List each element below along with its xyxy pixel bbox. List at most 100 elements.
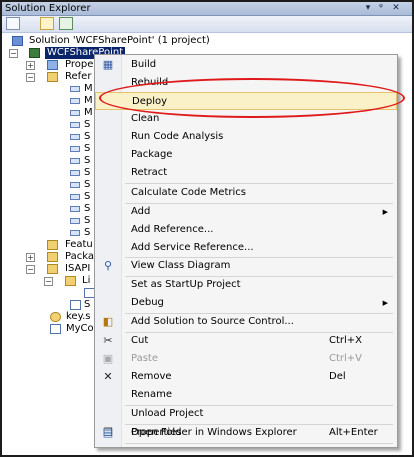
references-folder-icon xyxy=(47,72,58,82)
show-all-files-icon[interactable] xyxy=(40,17,54,30)
menu-item-unload-project[interactable]: Unload Project xyxy=(95,405,397,423)
menu-item-label: Add Service Reference... xyxy=(131,242,254,253)
menu-item-calculate-code-metrics[interactable]: Calculate Code Metrics xyxy=(95,184,397,202)
reference-icon xyxy=(70,230,80,236)
menu-item-add-reference[interactable]: Add Reference... xyxy=(95,221,397,239)
properties-label: Prope xyxy=(65,59,94,70)
menu-item-package[interactable]: Package xyxy=(95,146,397,164)
li-label: Li xyxy=(82,275,91,286)
reference-label: M xyxy=(84,83,93,94)
menu-item-deploy[interactable]: Deploy xyxy=(95,92,397,110)
package-label: Packa xyxy=(65,251,94,262)
expand-icon[interactable]: + xyxy=(26,61,35,70)
menu-item-label: View Class Diagram xyxy=(131,260,231,271)
reference-icon xyxy=(70,146,80,152)
menu-item-label: Add Solution to Source Control... xyxy=(131,316,294,327)
menu-item-run-code-analysis[interactable]: Run Code Analysis xyxy=(95,128,397,146)
reference-label: S xyxy=(84,191,91,202)
reference-label: S xyxy=(84,203,91,214)
scissors-icon: ✂ xyxy=(103,334,113,347)
reference-label: S xyxy=(84,167,91,178)
source-control-icon: ◧ xyxy=(102,315,114,328)
menu-item-rebuild[interactable]: Rebuild xyxy=(95,74,397,92)
isapi-label: ISAPI xyxy=(65,263,91,274)
li-folder-icon xyxy=(65,276,76,286)
menu-item-add[interactable]: Add ▶ xyxy=(95,203,397,221)
reference-icon xyxy=(70,110,80,116)
solution-icon xyxy=(12,36,23,46)
reference-icon xyxy=(70,218,80,224)
reference-icon xyxy=(70,158,80,164)
reference-label: S xyxy=(84,143,91,154)
shortcut-label: Del xyxy=(329,371,346,382)
menu-item-remove[interactable]: ✕ Remove Del xyxy=(95,368,397,386)
collapse-icon[interactable]: − xyxy=(9,49,18,58)
menu-item-debug[interactable]: Debug ▶ xyxy=(95,294,397,312)
expand-icon[interactable]: + xyxy=(26,253,35,262)
properties-icon: ▤ xyxy=(102,426,114,439)
reference-label: S xyxy=(84,215,91,226)
s-label: S xyxy=(84,299,91,310)
menu-item-label: Unload Project xyxy=(131,408,204,419)
menu-item-label: Cut xyxy=(131,335,149,346)
collapse-icon[interactable]: − xyxy=(26,73,35,82)
refresh-icon[interactable] xyxy=(59,17,73,30)
menu-item-label: Debug xyxy=(131,297,164,308)
collapse-icon[interactable]: − xyxy=(26,265,35,274)
code-file-icon xyxy=(50,324,61,334)
menu-item-retract[interactable]: Retract xyxy=(95,164,397,182)
reference-icon xyxy=(70,194,80,200)
shortcut-label: Ctrl+V xyxy=(329,353,363,364)
menu-item-label: Calculate Code Metrics xyxy=(131,187,246,198)
submenu-arrow-icon: ▶ xyxy=(382,208,388,216)
menu-item-label: Build xyxy=(131,59,157,70)
class-diagram-icon: ⚲ xyxy=(103,259,113,272)
menu-item-paste[interactable]: ▣ Paste Ctrl+V xyxy=(95,350,397,368)
reference-label: S xyxy=(84,227,91,238)
package-folder-icon xyxy=(47,252,58,262)
isapi-folder-icon xyxy=(47,264,58,274)
file-icon xyxy=(70,300,81,310)
menu-item-label: Remove xyxy=(131,371,172,382)
shortcut-label: Alt+Enter xyxy=(329,427,378,438)
reference-label: M xyxy=(84,95,93,106)
close-icon[interactable]: ✕ xyxy=(390,2,402,15)
key-label: key.s xyxy=(66,311,91,322)
reference-icon xyxy=(70,206,80,212)
collapse-icon[interactable]: − xyxy=(44,277,53,286)
properties-folder-icon xyxy=(47,60,58,70)
menu-item-label: Rebuild xyxy=(131,77,169,88)
menu-item-label: Package xyxy=(131,149,173,160)
window-title: Solution Explorer xyxy=(5,3,91,14)
menu-item-add-service-reference[interactable]: Add Service Reference... xyxy=(95,239,397,257)
reference-label: S xyxy=(84,155,91,166)
reference-icon xyxy=(70,98,80,104)
reference-icon xyxy=(70,134,80,140)
menu-item-label: Retract xyxy=(131,167,168,178)
menu-item-label: Add xyxy=(131,206,151,217)
menu-item-label: Run Code Analysis xyxy=(131,131,224,142)
menu-item-clean[interactable]: Clean xyxy=(95,110,397,128)
pin-icon[interactable]: ᵠ xyxy=(375,2,387,15)
menu-item-label: Properties xyxy=(131,427,182,438)
menu-item-properties[interactable]: ▤ Properties Alt+Enter xyxy=(95,424,397,442)
menu-item-view-class-diagram[interactable]: ⚲ View Class Diagram xyxy=(95,257,397,275)
menu-item-label: Paste xyxy=(131,353,158,364)
reference-label: S xyxy=(84,131,91,142)
paste-icon: ▣ xyxy=(102,352,114,365)
properties-tool-icon[interactable] xyxy=(6,17,20,30)
menu-item-label: Clean xyxy=(131,113,160,124)
reference-label: S xyxy=(84,179,91,190)
menu-item-cut[interactable]: ✂ Cut Ctrl+X xyxy=(95,332,397,350)
menu-item-set-startup[interactable]: Set as StartUp Project xyxy=(95,276,397,294)
menu-item-label: Add Reference... xyxy=(131,224,214,235)
reference-icon xyxy=(70,182,80,188)
remove-icon: ✕ xyxy=(103,370,113,383)
menu-item-build[interactable]: ▦ Build xyxy=(95,56,397,74)
menu-item-add-source-control[interactable]: ◧ Add Solution to Source Control... xyxy=(95,313,397,331)
dropdown-icon[interactable]: ▾ xyxy=(362,2,374,15)
shortcut-label: Ctrl+X xyxy=(329,335,363,346)
context-menu: ▦ Build Rebuild Deploy Clean Run Code An… xyxy=(94,54,398,448)
reference-label: M xyxy=(84,107,93,118)
menu-item-rename[interactable]: Rename xyxy=(95,386,397,404)
